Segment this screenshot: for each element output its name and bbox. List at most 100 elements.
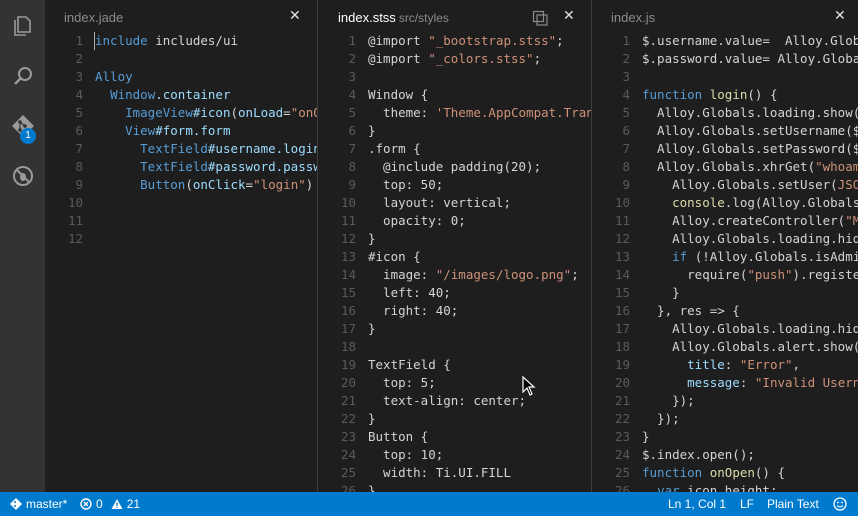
code-editor[interactable]: 1 include includes/ui 2 3 Alloy 4 Window.cont… bbox=[45, 32, 317, 492]
code-text: message: "Invalid Userna bbox=[642, 374, 858, 392]
code-token: Button bbox=[140, 177, 186, 192]
line-number: 6 bbox=[348, 123, 356, 138]
code-token: Alloy.createController( bbox=[642, 213, 846, 228]
line-number: 8 bbox=[348, 159, 356, 174]
code-token: }, res => { bbox=[642, 303, 740, 318]
branch-indicator[interactable]: master* bbox=[10, 492, 67, 516]
problems-indicator[interactable]: 0 21 bbox=[80, 492, 140, 516]
code-text: width: Ti.UI.FILL bbox=[368, 464, 511, 482]
line-number: 1 bbox=[622, 33, 630, 48]
code-text: text-align: center; bbox=[368, 392, 526, 410]
language-mode[interactable]: Plain Text bbox=[767, 492, 819, 516]
code-text: @include padding(20); bbox=[368, 158, 541, 176]
code-token: Alloy.Globals.alert.show({ bbox=[642, 339, 858, 354]
code-text: Button { bbox=[368, 428, 428, 446]
debug-icon[interactable] bbox=[0, 158, 45, 194]
line-number: 4 bbox=[622, 87, 630, 102]
line-number: 16 bbox=[614, 303, 630, 318]
tab-title: index.stss bbox=[338, 10, 396, 25]
code-token: theme: bbox=[368, 105, 436, 120]
line-number: 20 bbox=[614, 375, 630, 390]
code-text: title: "Error", bbox=[642, 356, 800, 374]
line-number: 21 bbox=[614, 393, 630, 408]
code-text: $.username.value= Alloy.Globa bbox=[642, 32, 858, 50]
code-token: onClick bbox=[192, 177, 246, 192]
explorer-icon[interactable] bbox=[0, 8, 45, 44]
code-editor[interactable]: 1 $.username.value= Alloy.Globa 2 $.passwor… bbox=[592, 32, 858, 492]
close-icon[interactable]: ✕ bbox=[289, 0, 301, 35]
code-text: } bbox=[368, 320, 376, 338]
code-text: top: 5; bbox=[368, 374, 436, 392]
feedback-icon[interactable] bbox=[833, 492, 847, 516]
code-token: } bbox=[368, 321, 376, 336]
code-token: ( bbox=[185, 177, 193, 192]
search-icon[interactable] bbox=[0, 58, 45, 94]
code-text: Alloy.Globals.setUser(JSON bbox=[642, 176, 858, 194]
code-text: Alloy.Globals.loading.show(' bbox=[642, 104, 858, 122]
line-number: 12 bbox=[67, 231, 83, 246]
code-text: } bbox=[368, 482, 376, 492]
code-token: "_bootstrap.stss" bbox=[428, 33, 557, 48]
code-token: : bbox=[724, 357, 740, 372]
cursor-position[interactable]: Ln 1, Col 1 bbox=[668, 492, 726, 516]
code-token: ; bbox=[533, 51, 542, 66]
line-number: 26 bbox=[614, 483, 630, 492]
code-token: #icon bbox=[192, 105, 231, 120]
code-token: .log(Alloy.Globals. bbox=[724, 195, 858, 210]
code-token: } bbox=[368, 483, 376, 492]
code-token: icon_height; bbox=[679, 483, 778, 492]
code-token: ; bbox=[571, 267, 579, 282]
line-number: 4 bbox=[348, 87, 356, 102]
tab-index-jade[interactable]: index.jade bbox=[64, 0, 123, 35]
line-number: 9 bbox=[75, 177, 83, 192]
code-text: } bbox=[368, 122, 376, 140]
code-text: console.log(Alloy.Globals. bbox=[642, 194, 858, 212]
line-number: 3 bbox=[348, 69, 356, 84]
code-token: "_colors.stss" bbox=[428, 51, 534, 66]
tab-index-js[interactable]: index.js bbox=[611, 0, 655, 35]
tab-bar: index.js ✕ bbox=[592, 0, 858, 35]
close-icon[interactable]: ✕ bbox=[563, 0, 575, 35]
code-text: require("push").register bbox=[642, 266, 858, 284]
code-editor[interactable]: 1 @import "_bootstrap.stss"; 2 @import "_co… bbox=[318, 32, 591, 492]
line-number: 24 bbox=[340, 447, 356, 462]
code-token: #icon { bbox=[368, 249, 421, 264]
code-token: ImageView bbox=[125, 105, 193, 120]
code-token: "onOp bbox=[290, 105, 317, 120]
code-text: left: 40; bbox=[368, 284, 451, 302]
line-number: 25 bbox=[340, 465, 356, 480]
line-number: 9 bbox=[622, 177, 630, 192]
code-text: $.password.value= Alloy.Global bbox=[642, 50, 858, 68]
close-icon[interactable]: ✕ bbox=[834, 0, 846, 35]
code-token: Window { bbox=[368, 87, 429, 102]
code-token: $.password.value= Alloy.Global bbox=[642, 51, 858, 66]
code-token: } bbox=[642, 429, 650, 444]
code-token: , bbox=[792, 357, 801, 372]
line-number: 5 bbox=[75, 105, 83, 120]
tab-index-stss[interactable]: index.stss src/styles bbox=[338, 0, 449, 35]
code-token: ) L bbox=[305, 177, 314, 192]
code-text: TextField { bbox=[368, 356, 451, 374]
line-number: 10 bbox=[614, 195, 630, 210]
code-text: @import "_colors.stss"; bbox=[368, 50, 541, 68]
split-editor-icon[interactable] bbox=[532, 10, 548, 26]
line-number: 20 bbox=[340, 375, 356, 390]
code-token: includes/ui bbox=[147, 33, 238, 48]
line-ending[interactable]: LF bbox=[740, 492, 754, 516]
code-text: ImageView#icon(onLoad="onOp bbox=[95, 104, 317, 122]
code-text: function login() { bbox=[642, 86, 778, 104]
code-text: Button(onClick="login") L bbox=[95, 176, 317, 194]
code-token: .form { bbox=[368, 141, 421, 156]
code-text: image: "/images/logo.png"; bbox=[368, 266, 579, 284]
code-token: function bbox=[642, 87, 703, 102]
code-token: 'Theme.AppCompat.Trans bbox=[435, 105, 591, 120]
code-text: @import "_bootstrap.stss"; bbox=[368, 32, 564, 50]
code-token: left: 40; bbox=[368, 285, 451, 300]
code-token: top: 5; bbox=[368, 375, 436, 390]
code-token: () { bbox=[754, 465, 786, 480]
